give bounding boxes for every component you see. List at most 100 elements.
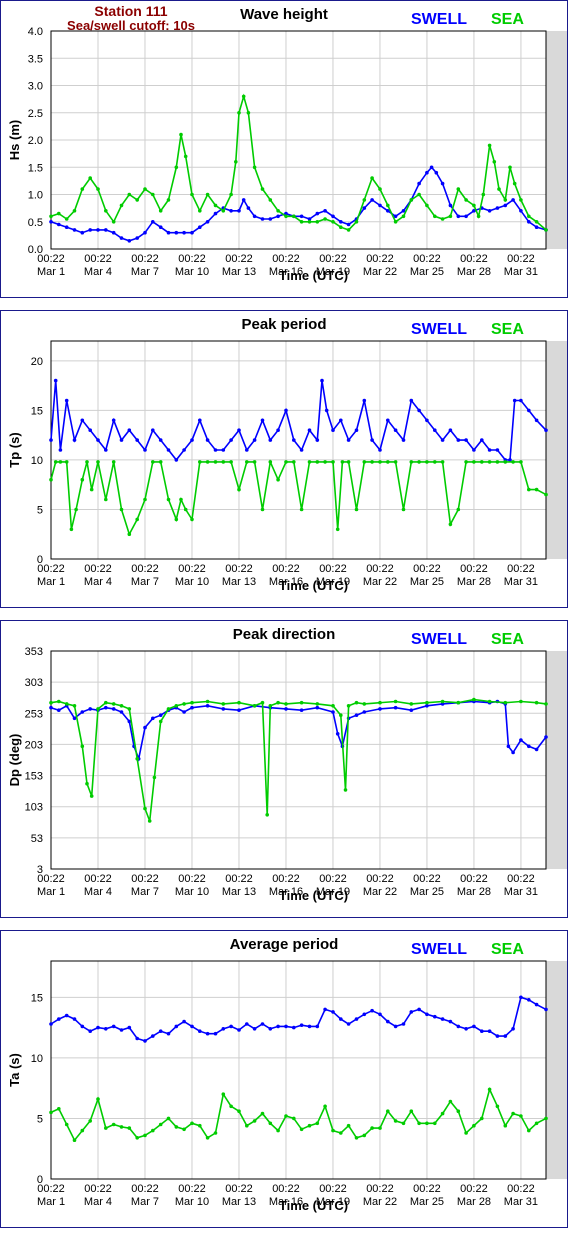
chart-title: Wave height	[240, 6, 328, 23]
data-point-swell	[276, 1024, 280, 1029]
peak-period-chart: 0510152000:22Mar 100:22Mar 400:22Mar 700…	[7, 340, 567, 593]
x-tick-time: 00:22	[37, 253, 65, 265]
data-point-sea	[433, 214, 437, 219]
data-point-swell	[534, 225, 539, 229]
data-point-sea	[464, 460, 468, 464]
data-point-sea	[119, 203, 124, 208]
data-point-swell	[299, 448, 304, 452]
data-point-swell	[72, 438, 77, 442]
data-point-swell	[527, 408, 531, 413]
data-point-swell	[307, 1024, 312, 1029]
x-tick-time: 00:22	[272, 873, 300, 885]
data-point-sea	[331, 460, 335, 464]
data-point-sea	[331, 704, 335, 708]
legend-sea: SEA	[491, 631, 524, 648]
data-point-swell	[64, 398, 69, 403]
data-point-sea	[401, 1121, 406, 1126]
data-point-sea	[158, 460, 163, 464]
data-point-swell	[237, 708, 241, 712]
x-tick-date: Mar 10	[175, 266, 209, 278]
data-point-swell	[88, 428, 92, 432]
data-point-sea	[268, 198, 273, 202]
data-point-sea	[111, 460, 116, 464]
data-point-swell	[80, 230, 85, 235]
data-point-swell	[49, 438, 53, 442]
data-point-sea	[166, 198, 171, 202]
data-point-swell	[58, 448, 63, 452]
data-point-swell	[158, 438, 163, 442]
data-point-sea	[104, 700, 108, 705]
data-point-swell	[245, 1022, 249, 1026]
data-point-swell	[190, 438, 194, 442]
data-point-swell	[88, 228, 92, 232]
x-tick-date: Mar 31	[504, 1196, 538, 1208]
data-point-swell	[237, 1028, 241, 1032]
data-point-sea	[151, 460, 155, 464]
data-point-swell	[323, 1007, 327, 1012]
data-point-sea	[362, 460, 367, 464]
data-point-sea	[158, 719, 163, 724]
data-point-swell	[370, 198, 374, 202]
data-point-swell	[213, 211, 218, 216]
data-point-swell	[362, 1012, 367, 1017]
x-tick-date: Mar 22	[363, 266, 397, 278]
data-point-swell	[527, 220, 531, 224]
plot-area	[51, 341, 546, 559]
data-point-sea	[205, 192, 210, 197]
data-point-sea	[393, 220, 398, 224]
data-point-sea	[213, 1131, 218, 1135]
data-point-sea	[237, 111, 241, 115]
data-point-sea	[74, 507, 78, 512]
data-point-sea	[213, 203, 218, 208]
data-point-swell	[151, 1034, 155, 1038]
data-point-swell	[433, 1014, 437, 1019]
data-point-sea	[495, 1104, 500, 1109]
data-point-sea	[190, 700, 194, 705]
data-point-sea	[135, 198, 139, 202]
data-point-sea	[276, 700, 280, 705]
data-point-sea	[89, 487, 94, 492]
data-point-sea	[433, 1121, 437, 1126]
data-point-swell	[190, 230, 194, 235]
data-point-sea	[284, 214, 288, 219]
data-point-sea	[354, 700, 359, 705]
data-point-sea	[284, 1114, 288, 1118]
data-point-swell	[198, 1029, 202, 1033]
data-point-swell	[143, 230, 147, 235]
data-point-sea	[440, 460, 445, 464]
data-point-swell	[480, 1029, 484, 1033]
data-point-sea	[260, 507, 265, 512]
data-point-sea	[401, 507, 406, 512]
x-axis-label: Time (UTC)	[279, 1198, 348, 1213]
data-point-sea	[229, 460, 233, 464]
data-point-swell	[401, 1022, 406, 1026]
data-point-swell	[346, 438, 351, 442]
data-point-swell	[260, 217, 265, 221]
x-tick-time: 00:22	[413, 873, 441, 885]
y-tick-label: 15	[31, 992, 43, 1004]
data-point-swell	[166, 448, 171, 452]
data-point-sea	[456, 1109, 461, 1113]
data-point-sea	[386, 203, 390, 208]
data-point-sea	[260, 1111, 265, 1116]
data-point-swell	[174, 230, 179, 235]
data-point-swell	[111, 1024, 116, 1029]
data-point-swell	[119, 236, 124, 240]
data-point-sea	[339, 225, 343, 229]
data-point-swell	[276, 428, 280, 432]
x-tick-time: 00:22	[460, 873, 488, 885]
x-tick-time: 00:22	[272, 1183, 300, 1195]
data-point-sea	[268, 1121, 273, 1126]
data-point-sea	[127, 192, 132, 197]
data-point-sea	[80, 744, 85, 749]
data-point-sea	[378, 187, 382, 191]
data-point-sea	[252, 1119, 257, 1123]
data-point-sea	[88, 176, 92, 180]
legend-swell: SWELL	[411, 631, 467, 648]
data-point-swell	[205, 438, 210, 442]
data-point-sea	[135, 757, 139, 761]
data-point-swell	[534, 747, 539, 752]
data-point-swell	[104, 1027, 108, 1031]
data-point-sea	[292, 214, 296, 219]
data-point-sea	[511, 1111, 515, 1116]
